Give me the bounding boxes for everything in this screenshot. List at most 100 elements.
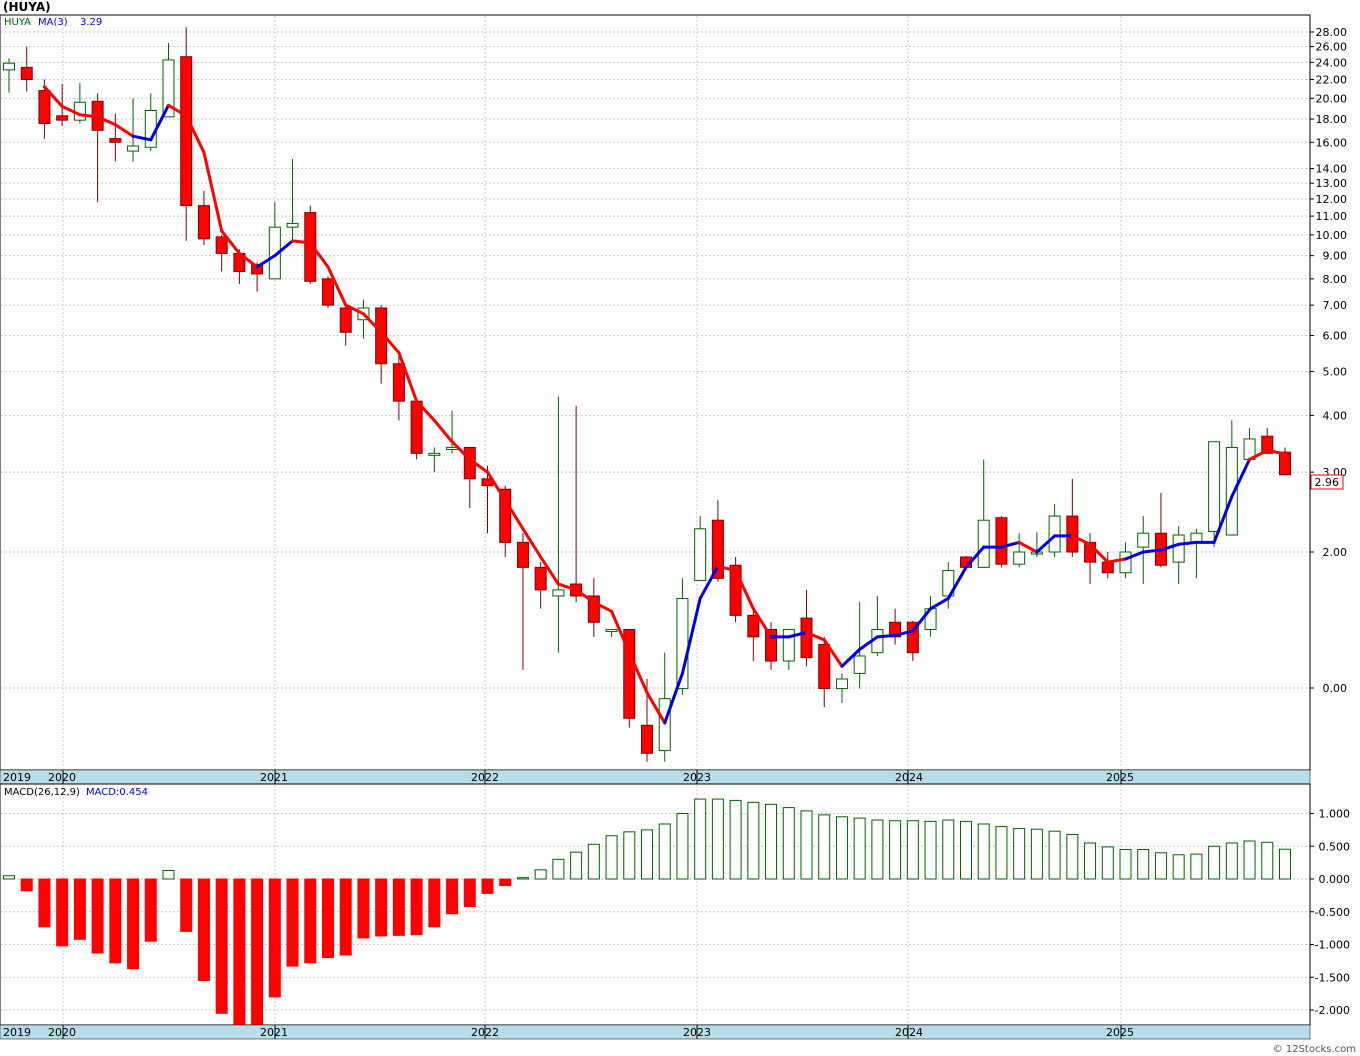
- date-label: 2025: [1106, 1026, 1134, 1039]
- macd-bar: [995, 826, 1008, 880]
- candle-body: [56, 115, 69, 121]
- macd-bar: [1066, 833, 1079, 880]
- macd-bar: [428, 878, 441, 928]
- macd-bar: [1101, 846, 1114, 880]
- price-tick-label: 28.00: [1316, 26, 1348, 39]
- macd-bar: [924, 820, 937, 880]
- candle-body: [410, 400, 423, 454]
- price-tick-label: 8.00: [1323, 273, 1348, 286]
- price-tick-label: 6.00: [1323, 330, 1348, 343]
- macd-bar: [641, 829, 653, 880]
- macd-bar: [1172, 854, 1185, 880]
- candle-body: [446, 446, 459, 450]
- macd-bar: [322, 878, 334, 959]
- macd-bar: [623, 831, 636, 880]
- macd-bar: [339, 878, 352, 956]
- candle-body: [180, 56, 193, 207]
- macd-bar: [1261, 841, 1274, 880]
- candle-body: [995, 517, 1008, 565]
- macd-bar: [570, 851, 583, 880]
- macd-bar: [1119, 849, 1132, 880]
- macd-bar: [729, 799, 742, 880]
- candle-body: [1013, 551, 1026, 565]
- macd-bar: [552, 858, 565, 880]
- macd-legend-label: MACD(26,12,9): [4, 787, 80, 798]
- macd-tick-label: 0.500: [1319, 840, 1351, 853]
- price-tick-label: 10.00: [1316, 229, 1348, 242]
- macd-tick-label: -2.000: [1315, 1004, 1350, 1017]
- macd-bar: [818, 814, 831, 880]
- candle: [410, 400, 423, 460]
- macd-bar: [38, 878, 51, 928]
- macd-bar: [977, 823, 990, 880]
- macd-bar: [3, 875, 15, 880]
- macd-bar: [765, 803, 778, 880]
- price-tick-label: 24.00: [1316, 56, 1348, 69]
- candle-body: [1048, 515, 1061, 553]
- candle-body: [747, 614, 760, 638]
- macd-bar: [73, 878, 86, 940]
- price-tick-label: 7.00: [1323, 299, 1348, 312]
- macd-bar: [942, 819, 955, 880]
- price-tick-label: 22.00: [1316, 74, 1348, 87]
- macd-bar: [534, 869, 547, 880]
- macd-tick-label: -1.500: [1315, 971, 1350, 984]
- candle-body: [818, 644, 831, 690]
- candle-body: [552, 589, 565, 597]
- candle-body: [800, 617, 813, 659]
- macd-bar: [800, 810, 813, 880]
- macd-bar: [516, 877, 529, 880]
- macd-bar: [499, 878, 512, 887]
- macd-bar: [605, 835, 618, 880]
- candle-body: [322, 278, 334, 306]
- date-label: 2019: [3, 771, 31, 784]
- candle-body: [3, 62, 15, 71]
- candle: [729, 556, 742, 623]
- macd-tick-label: 1.000: [1319, 808, 1351, 821]
- chart-title: (HUYA): [3, 0, 51, 14]
- ma-segment: [875, 633, 897, 639]
- price-tick-label: 14.00: [1316, 163, 1348, 176]
- candle-body: [1279, 451, 1291, 476]
- candle-body: [641, 724, 653, 754]
- macd-bar: [1279, 848, 1291, 880]
- price-tick-label: 12.00: [1316, 193, 1348, 206]
- macd-bar: [658, 823, 671, 880]
- macd-bar: [1137, 849, 1150, 880]
- ma-segment: [1177, 540, 1198, 546]
- price-tick-label: 18.00: [1316, 113, 1348, 126]
- candle-body: [853, 655, 866, 674]
- footer-credit: © 12Stocks.com: [1273, 1044, 1356, 1055]
- candle-body: [835, 678, 848, 690]
- macd-tick-label: -0.500: [1315, 906, 1350, 919]
- price-tick-label: 2.00: [1323, 546, 1348, 559]
- candle-body: [782, 628, 795, 662]
- macd-bar: [906, 820, 919, 880]
- date-label: 2020: [48, 771, 76, 784]
- macd-bar: [463, 878, 476, 908]
- macd-bar: [1190, 853, 1203, 880]
- macd-tick-label: 0.000: [1319, 873, 1351, 886]
- candle-body: [73, 101, 86, 121]
- stock-chart: (HUYA) 28.00 26.00 24.00 22.00 20.00 18.00 16.…: [0, 0, 1356, 1055]
- macd-bar: [233, 878, 246, 1027]
- macd-bar: [889, 820, 902, 880]
- ma-segment: [78, 113, 100, 119]
- candle-body: [20, 66, 33, 81]
- macd-bar: [694, 798, 707, 880]
- price-tick-label: 0.00: [1323, 682, 1348, 695]
- price-tick-label: 5.00: [1323, 365, 1348, 378]
- macd-bar: [481, 878, 494, 894]
- candle-body: [1119, 551, 1132, 574]
- ma-segment: [291, 239, 312, 245]
- candle-body: [1066, 515, 1079, 553]
- candle: [322, 276, 334, 308]
- macd-bar: [1154, 852, 1167, 880]
- macd-legend-value: MACD:0.454: [86, 787, 148, 798]
- candle-body: [694, 528, 707, 582]
- price-tick-label: 26.00: [1316, 41, 1348, 54]
- macd-bar: [747, 801, 760, 880]
- macd-bar: [587, 843, 600, 880]
- macd-bar: [375, 878, 388, 937]
- candle-body: [144, 109, 157, 148]
